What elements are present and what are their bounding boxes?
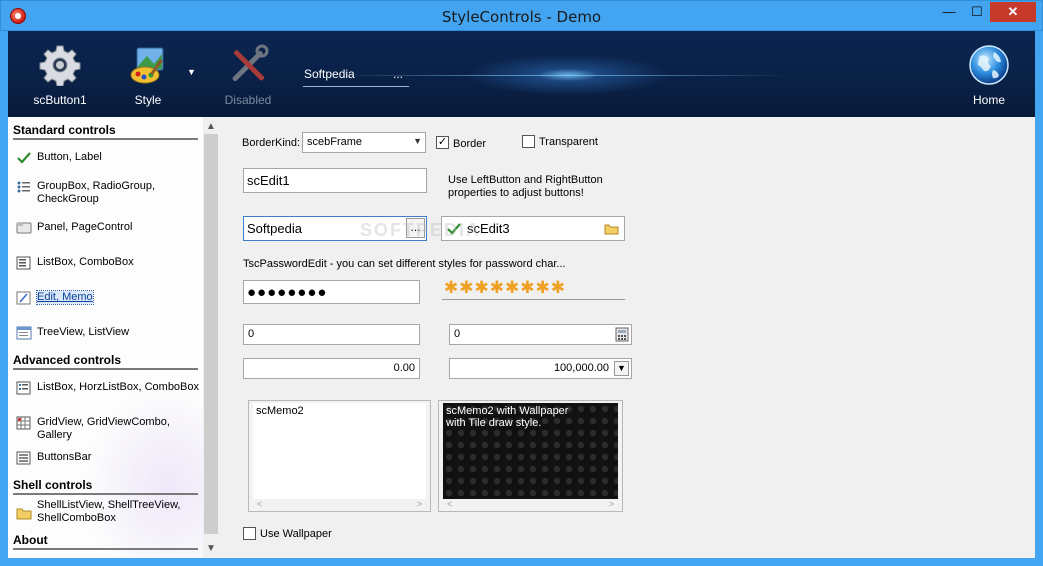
sidebar-section-shell[interactable]: Shell controls <box>13 478 198 495</box>
check-icon <box>16 151 32 165</box>
sidebar-item-label: GridView, GridViewCombo, Gallery <box>37 416 170 441</box>
globe-icon <box>969 45 1009 85</box>
border-label: Border <box>453 138 487 150</box>
sidebar-item-label: ListBox, ComboBox <box>37 256 134 268</box>
scbutton1-label: scButton1 <box>33 93 87 107</box>
scmemo2[interactable]: scMemo2 with Wallpaper with Tile draw st… <box>438 400 623 512</box>
listbox2-icon <box>16 381 32 395</box>
style-dropdown-arrow-icon[interactable]: ▼ <box>187 67 196 77</box>
header-toolbar: scButton1 Style ▼ Disabled Softpedia ... <box>8 31 1035 117</box>
spinedit-1[interactable]: 0 <box>243 324 420 345</box>
calc-edit[interactable]: 0 <box>449 324 632 345</box>
scedit1-field[interactable]: scEdit1 <box>243 168 427 193</box>
gear-icon <box>39 45 81 86</box>
borderkind-label: BorderKind: <box>242 137 301 149</box>
home-label: Home <box>972 93 1005 107</box>
border-checkbox[interactable]: ✓ <box>436 136 449 149</box>
home-button[interactable]: Home <box>956 31 1022 117</box>
calculator-icon[interactable] <box>615 327 629 345</box>
scmemo2-line-2: with Tile draw style. <box>446 417 542 429</box>
scedit1-value: scEdit1 <box>247 173 290 188</box>
currency-edit[interactable]: 0.00 <box>243 358 420 379</box>
password-stars-value: ✱✱✱✱✱✱✱✱ <box>444 278 566 297</box>
transparent-checkbox[interactable] <box>522 135 535 148</box>
scedit2-value: Softpedia <box>247 221 302 236</box>
sidebar-item-label-2: ShellComboBox <box>37 512 116 524</box>
hint-line-1: Use LeftButton and RightButton <box>448 174 603 186</box>
softpedia-watermark: SOFTPEDIA <box>360 220 482 240</box>
sidebar-section-about[interactable]: About <box>13 533 198 550</box>
window-title: StyleControls - Demo <box>441 8 602 26</box>
transparent-label: Transparent <box>539 136 598 148</box>
sidebar-item-label: GroupBox, RadioGroup, <box>37 180 156 192</box>
header-edit-value: Softpedia <box>304 67 355 81</box>
sidebar-scrollbar[interactable]: ▲ ▼ <box>203 117 219 558</box>
scmemo1-text[interactable]: scMemo2 <box>253 403 426 499</box>
style-label: Style <box>134 93 162 107</box>
palette-icon <box>130 47 164 84</box>
sidebar-item-label: Edit, Memo <box>36 290 94 305</box>
maximize-button[interactable]: ☐ <box>963 2 991 22</box>
folder-icon <box>16 506 32 520</box>
sidebar-section-standard[interactable]: Standard controls <box>13 123 198 140</box>
window-frame-right <box>1035 31 1043 566</box>
panel-icon <box>16 221 32 235</box>
chevron-down-icon: ▼ <box>413 136 422 146</box>
grid-icon <box>16 416 32 430</box>
scmemo2-text[interactable]: scMemo2 with Wallpaper with Tile draw st… <box>443 403 618 499</box>
header-glow <box>448 51 688 99</box>
memo-horizontal-scrollbar[interactable]: < > <box>443 499 618 511</box>
currency-combo[interactable]: 100,000.00 ▼ <box>449 358 632 379</box>
password-field-dots[interactable]: ●●●●●●●● <box>243 280 420 304</box>
borderkind-select[interactable]: scebFrame ▼ <box>302 132 426 153</box>
disabled-label: Disabled <box>224 93 272 107</box>
sidebar-item-label: ListBox, HorzListBox, ComboBox <box>37 381 200 393</box>
minimize-button[interactable]: — <box>935 2 963 22</box>
sidebar-item-label: ButtonsBar <box>37 451 92 463</box>
sidebar-item-label: ShellListView, ShellTreeView, <box>37 499 181 511</box>
password-dots-value: ●●●●●●●● <box>247 284 328 301</box>
password-field-stars[interactable]: ✱✱✱✱✱✱✱✱ <box>442 278 625 300</box>
disabled-button: Disabled <box>213 31 283 117</box>
hint-line-2: properties to adjust buttons! <box>448 187 584 199</box>
currency-combo-value: 100,000.00 <box>553 362 609 374</box>
tools-icon <box>232 44 269 82</box>
header-edit-ellipsis-button[interactable]: ... <box>393 67 403 81</box>
borderkind-value: scebFrame <box>307 136 363 148</box>
currency-edit-value: 0.00 <box>393 362 415 374</box>
scrollbar-thumb[interactable] <box>204 134 218 534</box>
spinedit-1-value: 0 <box>248 328 255 340</box>
window-frame-left <box>0 31 8 566</box>
listbox-icon <box>16 256 32 270</box>
list-dots-icon <box>16 180 32 194</box>
tree-icon <box>16 326 32 340</box>
sidebar-item-label: Button, Label <box>37 151 102 163</box>
scbutton1-button[interactable]: scButton1 <box>20 31 100 117</box>
scroll-down-icon[interactable]: ▼ <box>203 541 219 557</box>
folder-icon[interactable] <box>604 223 619 238</box>
use-wallpaper-checkbox[interactable] <box>243 527 256 540</box>
sidebar-item-label: Panel, PageControl <box>37 221 133 233</box>
chevron-down-icon[interactable]: ▼ <box>614 361 629 376</box>
memo-horizontal-scrollbar[interactable]: < > <box>253 499 426 511</box>
password-label: TscPasswordEdit - you can set different … <box>243 258 566 270</box>
sidebar-item-label: TreeView, ListView <box>37 326 130 338</box>
header-edit-field[interactable]: Softpedia ... <box>303 65 409 87</box>
edit-icon <box>16 291 32 305</box>
window-frame-bottom <box>0 558 1043 566</box>
scmemo2-line-1: scMemo2 with Wallpaper <box>446 405 569 417</box>
sidebar-section-advanced[interactable]: Advanced controls <box>13 353 198 370</box>
style-button[interactable]: Style <box>113 31 183 117</box>
scmemo1[interactable]: scMemo2 < > <box>248 400 431 512</box>
scroll-up-icon[interactable]: ▲ <box>203 119 219 135</box>
use-wallpaper-label: Use Wallpaper <box>260 528 332 540</box>
buttonsbar-icon <box>16 451 32 465</box>
sidebar: Standard controls Button, Label GroupBox… <box>8 117 203 558</box>
close-button[interactable]: ✕ <box>990 2 1036 22</box>
sidebar-item-label-2: CheckGroup <box>37 193 99 205</box>
calc-edit-value: 0 <box>454 328 461 340</box>
title-bar: StyleControls - Demo — ☐ ✕ <box>0 0 1043 31</box>
